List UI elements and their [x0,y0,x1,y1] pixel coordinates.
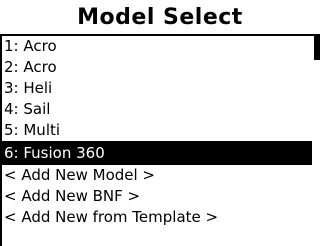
scroll-thumb[interactable] [314,36,320,60]
model-item-2[interactable]: 2: Acro [2,57,312,78]
model-item-1[interactable]: 1: Acro [2,36,312,57]
model-list: 1: Acro 2: Acro 3: Heli 4: Sail 5: Multi… [2,36,312,228]
add-new-from-template-button[interactable]: < Add New from Template > [2,207,312,228]
add-new-model-button[interactable]: < Add New Model > [2,165,312,186]
model-item-6-selected[interactable]: 6: Fusion 360 [2,141,312,165]
add-new-bnf-button[interactable]: < Add New BNF > [2,186,312,207]
scrollbar[interactable] [314,36,320,246]
model-item-5[interactable]: 5: Multi [2,120,312,141]
page-title: Model Select [77,4,243,30]
model-item-4[interactable]: 4: Sail [2,99,312,120]
model-select-screen: Model Select 1: Acro 2: Acro 3: Heli 4: … [0,0,320,246]
model-item-3[interactable]: 3: Heli [2,78,312,99]
